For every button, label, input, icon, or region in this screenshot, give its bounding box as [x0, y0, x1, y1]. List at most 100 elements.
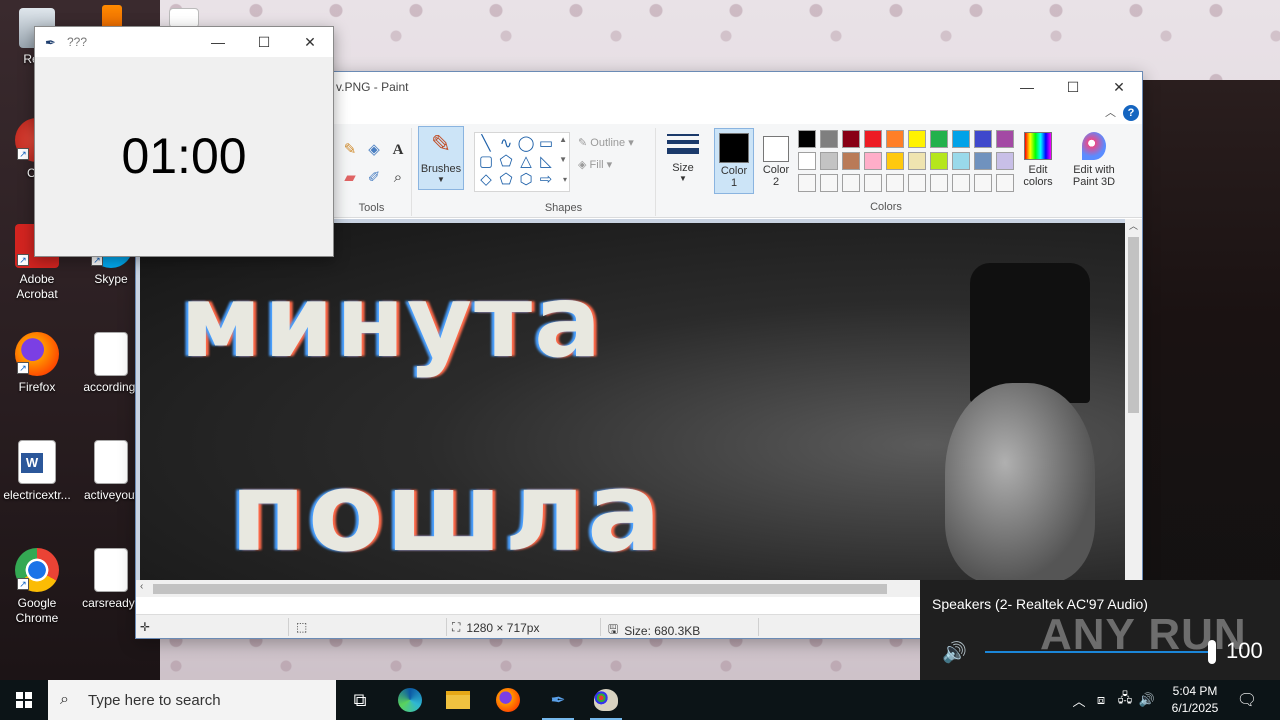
- color-picker-icon[interactable]: ✐: [364, 168, 384, 188]
- palette-swatch[interactable]: [908, 130, 926, 148]
- palette-swatch[interactable]: [996, 174, 1014, 192]
- volume-icon[interactable]: 🔊: [1136, 692, 1158, 708]
- palette-swatch[interactable]: [974, 174, 992, 192]
- scroll-left-arrow-icon[interactable]: ‹: [140, 581, 143, 592]
- palette-swatch[interactable]: [908, 174, 926, 192]
- pencil-icon[interactable]: ✎: [340, 140, 360, 160]
- diamond-shape-icon[interactable]: ◇: [477, 171, 495, 189]
- brushes-button[interactable]: ✎ Brushes ▼: [418, 126, 464, 190]
- scroll-up-arrow-icon[interactable]: ︿: [1129, 219, 1138, 232]
- right-triangle-shape-icon[interactable]: ◺: [537, 153, 555, 171]
- close-button[interactable]: ✕: [287, 27, 333, 57]
- expand-gallery-icon[interactable]: ▾: [563, 175, 567, 184]
- palette-swatch[interactable]: [798, 174, 816, 192]
- clock[interactable]: 5:04 PM 6/1/2025: [1166, 683, 1224, 717]
- palette-swatch[interactable]: [930, 130, 948, 148]
- palette-swatch[interactable]: [820, 130, 838, 148]
- oval-shape-icon[interactable]: ◯: [517, 135, 535, 153]
- edge-icon[interactable]: [386, 680, 434, 720]
- arrow-shape-icon[interactable]: ⇨: [537, 171, 555, 189]
- task-view-icon[interactable]: ⧉: [336, 680, 384, 720]
- volume-slider-knob[interactable]: [1208, 640, 1216, 664]
- tools-group-label: Tools: [358, 202, 385, 214]
- taskbar-search-box[interactable]: ⌕ Type here to search: [48, 680, 336, 720]
- desktop-icon-label: Firefox: [18, 380, 56, 394]
- palette-swatch[interactable]: [864, 174, 882, 192]
- triangle-shape-icon[interactable]: △: [517, 153, 535, 171]
- palette-swatch[interactable]: [798, 130, 816, 148]
- minimize-button[interactable]: —: [1004, 72, 1050, 102]
- color1-button[interactable]: Color 1: [714, 128, 754, 194]
- pentagon-shape-icon[interactable]: ⬠: [497, 171, 515, 189]
- canvas-image[interactable]: минута пошла: [140, 223, 1126, 593]
- eraser-icon[interactable]: ▰: [340, 168, 360, 188]
- maximize-button[interactable]: ☐: [241, 27, 287, 57]
- status-divider: [758, 618, 759, 636]
- outline-button[interactable]: ✎ Outline ▾: [578, 136, 634, 149]
- notifications-icon[interactable]: 🗨: [1224, 680, 1270, 720]
- palette-swatch[interactable]: [820, 174, 838, 192]
- palette-swatch[interactable]: [820, 152, 838, 170]
- curve-shape-icon[interactable]: ∿: [497, 135, 515, 153]
- text-tool-icon[interactable]: A: [388, 140, 408, 160]
- maximize-button[interactable]: ☐: [1050, 72, 1096, 102]
- chevron-up-icon[interactable]: ︿: [1070, 691, 1088, 710]
- palette-swatch[interactable]: [842, 130, 860, 148]
- palette-swatch[interactable]: [996, 130, 1014, 148]
- device-icon[interactable]: ⧈: [1088, 692, 1114, 708]
- outline-icon: ✎: [578, 137, 588, 149]
- palette-swatch[interactable]: [864, 130, 882, 148]
- image-file-icon: [94, 440, 128, 484]
- desktop-icon-google-chrome[interactable]: ↗ Google Chrome: [0, 548, 74, 626]
- horizontal-scroll-thumb[interactable]: [153, 584, 887, 594]
- fill-button[interactable]: ◈ Fill ▾: [578, 158, 612, 171]
- palette-swatch[interactable]: [908, 152, 926, 170]
- palette-swatch[interactable]: [886, 152, 904, 170]
- palette-swatch[interactable]: [974, 152, 992, 170]
- desktop-icon-electricextr[interactable]: W electricextr...: [0, 440, 74, 503]
- line-shape-icon[interactable]: ╲: [477, 135, 495, 153]
- speaker-icon[interactable]: 🔊: [942, 640, 967, 665]
- magnifier-icon[interactable]: ⌕: [388, 168, 408, 188]
- palette-swatch[interactable]: [886, 174, 904, 192]
- scroll-up-icon[interactable]: ▲: [559, 135, 567, 144]
- size-button[interactable]: Size ▼: [660, 128, 706, 192]
- palette-swatch[interactable]: [930, 174, 948, 192]
- close-button[interactable]: ✕: [1096, 72, 1142, 102]
- network-icon[interactable]: 🖧: [1114, 689, 1136, 711]
- palette-swatch[interactable]: [996, 152, 1014, 170]
- vertical-scroll-thumb[interactable]: [1128, 237, 1139, 413]
- palette-swatch[interactable]: [842, 174, 860, 192]
- hexagon-shape-icon[interactable]: ⬡: [517, 171, 535, 189]
- edit-colors-button[interactable]: Edit colors: [1018, 128, 1058, 194]
- minimize-button[interactable]: —: [195, 27, 241, 57]
- palette-swatch[interactable]: [864, 152, 882, 170]
- polygon-shape-icon[interactable]: ⬠: [497, 153, 515, 171]
- selection-size-icon: ⬚: [296, 620, 308, 634]
- rounded-rectangle-shape-icon[interactable]: ▢: [477, 153, 495, 171]
- paint-taskbar-icon[interactable]: [582, 680, 630, 720]
- color2-button[interactable]: Color 2: [756, 128, 796, 190]
- ribbon-collapse-icon[interactable]: ︿: [1105, 104, 1116, 120]
- help-button[interactable]: ?: [1123, 105, 1139, 121]
- timer-titlebar[interactable]: ✒ ??? — ☐ ✕: [35, 27, 333, 57]
- feather-app-taskbar-icon[interactable]: ✒: [534, 680, 582, 720]
- palette-swatch[interactable]: [886, 130, 904, 148]
- file-explorer-icon[interactable]: [434, 680, 482, 720]
- start-button[interactable]: [0, 680, 48, 720]
- palette-swatch[interactable]: [952, 152, 970, 170]
- scroll-down-icon[interactable]: ▼: [559, 155, 567, 164]
- palette-swatch[interactable]: [952, 174, 970, 192]
- palette-swatch[interactable]: [974, 130, 992, 148]
- palette-swatch[interactable]: [952, 130, 970, 148]
- volume-slider-track[interactable]: [985, 651, 1213, 653]
- palette-swatch[interactable]: [842, 152, 860, 170]
- fill-bucket-icon[interactable]: ◈: [364, 140, 384, 160]
- rectangle-shape-icon[interactable]: ▭: [537, 135, 555, 153]
- desktop-icon-firefox[interactable]: ↗ Firefox: [0, 332, 74, 395]
- palette-swatch[interactable]: [930, 152, 948, 170]
- edit-with-paint3d-button[interactable]: Edit with Paint 3D: [1066, 128, 1122, 194]
- firefox-taskbar-icon[interactable]: [484, 680, 532, 720]
- vertical-scrollbar[interactable]: ︿: [1125, 219, 1142, 597]
- palette-swatch[interactable]: [798, 152, 816, 170]
